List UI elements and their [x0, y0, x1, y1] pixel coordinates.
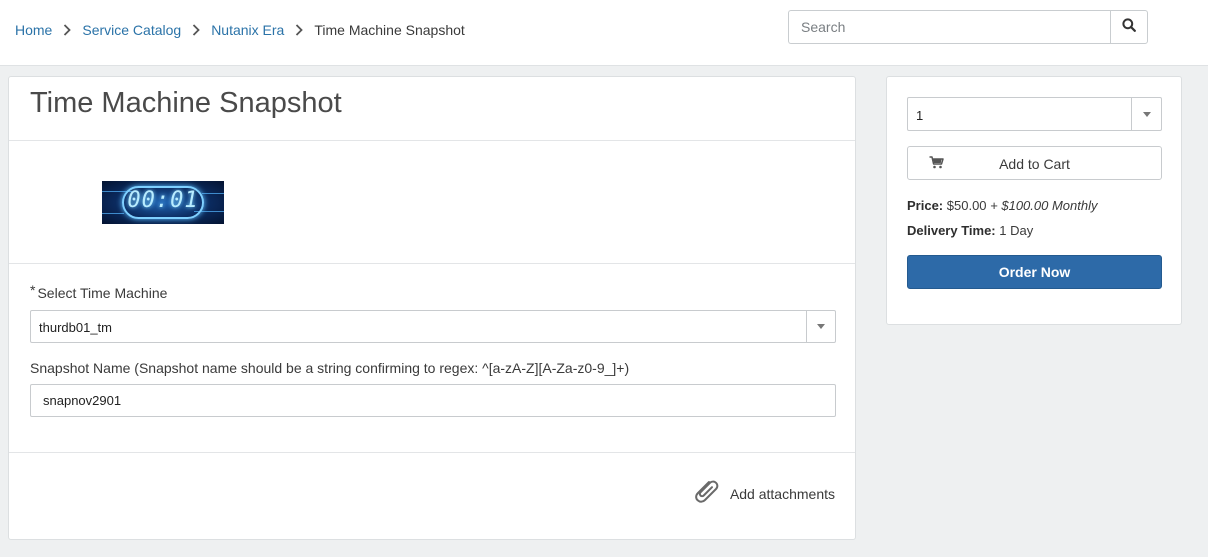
banner-digits: 00:01 — [127, 188, 199, 213]
page-title: Time Machine Snapshot — [30, 87, 342, 119]
breadcrumb-service-catalog-link[interactable]: Service Catalog — [82, 22, 181, 38]
add-attachments-label: Add attachments — [729, 485, 835, 502]
search-input[interactable] — [788, 10, 1110, 44]
search-button[interactable] — [1110, 10, 1148, 44]
add-to-cart-label: Add to Cart — [999, 156, 1070, 172]
delivery-label: Delivery Time: — [907, 223, 996, 238]
divider — [9, 140, 855, 141]
required-marker: * — [30, 282, 36, 298]
add-attachments-button[interactable]: Add attachments — [692, 478, 835, 509]
breadcrumb-nutanix-era-link[interactable]: Nutanix Era — [211, 22, 284, 38]
caret-down-icon — [1131, 98, 1161, 130]
breadcrumb-home-link[interactable]: Home — [15, 22, 52, 38]
order-panel: 1 Add to Cart Price: $50.00 + $100.00 Mo… — [886, 76, 1182, 325]
chevron-right-icon — [52, 24, 82, 36]
delivery-value: 1 Day — [999, 223, 1034, 238]
quantity-select[interactable]: 1 — [907, 97, 1162, 131]
delivery-info: Delivery Time: 1 Day — [907, 223, 1033, 238]
breadcrumb: Home Service Catalog Nutanix Era Time Ma… — [15, 21, 465, 39]
divider — [9, 263, 855, 264]
snapshot-name-label: Snapshot Name (Snapshot name should be a… — [30, 360, 630, 376]
select-time-machine-label: * Select Time Machine — [30, 282, 168, 301]
chevron-right-icon — [181, 24, 211, 36]
top-bar: Home Service Catalog Nutanix Era Time Ma… — [0, 0, 1208, 66]
price-info: Price: $50.00 + $100.00 Monthly — [907, 198, 1097, 213]
quantity-value: 1 — [916, 108, 924, 123]
item-image: 00:01 — [102, 181, 224, 224]
search-icon — [1122, 17, 1136, 37]
price-recurring: + $100.00 Monthly — [990, 198, 1098, 213]
order-now-button[interactable]: Order Now — [907, 255, 1162, 289]
chevron-right-icon — [284, 24, 314, 36]
add-to-cart-button[interactable]: Add to Cart — [907, 146, 1162, 180]
catalog-item-card: Time Machine Snapshot 00:01 * Select Time… — [8, 76, 856, 540]
time-machine-select[interactable]: thurdb01_tm — [30, 310, 836, 343]
price-label: Price: — [907, 198, 944, 213]
snapshot-name-input[interactable] — [30, 384, 836, 417]
price-value: $50.00 — [946, 198, 987, 213]
caret-down-icon — [806, 311, 835, 342]
time-machine-value: thurdb01_tm — [39, 320, 112, 335]
breadcrumb-current: Time Machine Snapshot — [314, 22, 465, 38]
search-bar — [788, 10, 1148, 44]
paperclip-icon — [692, 478, 720, 509]
divider — [9, 452, 855, 453]
